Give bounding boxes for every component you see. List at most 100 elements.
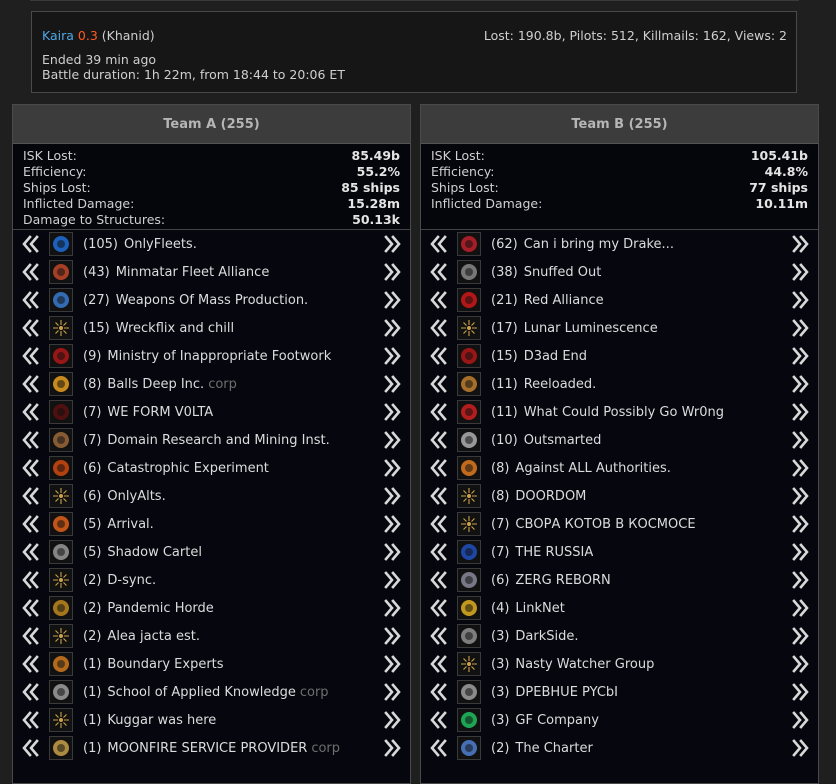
default-star-logo[interactable] bbox=[49, 568, 73, 592]
wcpgw-logo[interactable] bbox=[457, 400, 481, 424]
outsmarted-logo[interactable] bbox=[457, 428, 481, 452]
move-right-icon[interactable] bbox=[382, 486, 402, 506]
default-star-logo[interactable] bbox=[49, 624, 73, 648]
wmp-logo[interactable] bbox=[49, 288, 73, 312]
move-right-icon[interactable] bbox=[382, 234, 402, 254]
alliance-link[interactable]: (17) Lunar Luminescence bbox=[491, 321, 658, 336]
alliance-link[interactable]: (8) Against ALL Authorities. bbox=[491, 461, 671, 476]
linknet-logo[interactable] bbox=[457, 596, 481, 620]
catastrophic-logo[interactable] bbox=[49, 456, 73, 480]
volta-logo[interactable] bbox=[49, 400, 73, 424]
alliance-link[interactable]: (3) DPEBHUE PYCbI bbox=[491, 685, 618, 700]
move-left-icon[interactable] bbox=[21, 570, 41, 590]
alliance-link[interactable]: (6) ZERG REBORN bbox=[491, 573, 611, 588]
move-right-icon[interactable] bbox=[790, 458, 810, 478]
d3ad-logo[interactable] bbox=[457, 344, 481, 368]
move-left-icon[interactable] bbox=[429, 542, 449, 562]
move-left-icon[interactable] bbox=[429, 710, 449, 730]
alliance-link[interactable]: (5) Shadow Cartel bbox=[83, 545, 202, 560]
move-right-icon[interactable] bbox=[790, 542, 810, 562]
move-left-icon[interactable] bbox=[429, 346, 449, 366]
move-right-icon[interactable] bbox=[382, 542, 402, 562]
alliance-link[interactable]: (11) Reeloaded. bbox=[491, 377, 596, 392]
move-left-icon[interactable] bbox=[429, 402, 449, 422]
move-left-icon[interactable] bbox=[21, 710, 41, 730]
move-right-icon[interactable] bbox=[382, 262, 402, 282]
horde-logo[interactable] bbox=[49, 596, 73, 620]
snuffed-logo[interactable] bbox=[457, 260, 481, 284]
alliance-link[interactable]: (1) School of Applied Knowledge corp bbox=[83, 685, 329, 700]
move-left-icon[interactable] bbox=[429, 682, 449, 702]
alliance-link[interactable]: (2) The Charter bbox=[491, 741, 593, 756]
move-right-icon[interactable] bbox=[790, 430, 810, 450]
dpebhue-logo[interactable] bbox=[457, 680, 481, 704]
move-left-icon[interactable] bbox=[429, 486, 449, 506]
move-left-icon[interactable] bbox=[21, 738, 41, 758]
gf-logo[interactable] bbox=[457, 708, 481, 732]
alliance-link[interactable]: (7) THE RUSSIA bbox=[491, 545, 593, 560]
aaa-logo[interactable] bbox=[457, 456, 481, 480]
alliance-link[interactable]: (6) Catastrophic Experiment bbox=[83, 461, 269, 476]
shadow-logo[interactable] bbox=[49, 540, 73, 564]
move-right-icon[interactable] bbox=[790, 346, 810, 366]
default-star-logo[interactable] bbox=[49, 316, 73, 340]
alliance-link[interactable]: (43) Minmatar Fleet Alliance bbox=[83, 265, 269, 280]
charter-logo[interactable] bbox=[457, 736, 481, 760]
amarr-logo[interactable] bbox=[49, 428, 73, 452]
move-right-icon[interactable] bbox=[382, 570, 402, 590]
boundary-logo[interactable] bbox=[49, 652, 73, 676]
move-right-icon[interactable] bbox=[790, 374, 810, 394]
russia-logo[interactable] bbox=[457, 540, 481, 564]
alliance-link[interactable]: (27) Weapons Of Mass Production. bbox=[83, 293, 308, 308]
onlyfleets-logo[interactable] bbox=[49, 232, 73, 256]
move-right-icon[interactable] bbox=[790, 682, 810, 702]
alliance-link[interactable]: (15) Wreckflix and chill bbox=[83, 321, 234, 336]
move-right-icon[interactable] bbox=[382, 654, 402, 674]
alliance-link[interactable]: (21) Red Alliance bbox=[491, 293, 604, 308]
default-star-logo[interactable] bbox=[49, 708, 73, 732]
move-left-icon[interactable] bbox=[429, 570, 449, 590]
alliance-link[interactable]: (15) D3ad End bbox=[491, 349, 587, 364]
move-right-icon[interactable] bbox=[382, 402, 402, 422]
move-left-icon[interactable] bbox=[429, 318, 449, 338]
move-left-icon[interactable] bbox=[429, 514, 449, 534]
move-left-icon[interactable] bbox=[21, 654, 41, 674]
default-star-logo[interactable] bbox=[457, 512, 481, 536]
move-right-icon[interactable] bbox=[382, 290, 402, 310]
arrival-logo[interactable] bbox=[49, 512, 73, 536]
move-left-icon[interactable] bbox=[21, 598, 41, 618]
move-right-icon[interactable] bbox=[382, 346, 402, 366]
move-left-icon[interactable] bbox=[429, 738, 449, 758]
reeloaded-logo[interactable] bbox=[457, 372, 481, 396]
school-logo[interactable] bbox=[49, 680, 73, 704]
move-left-icon[interactable] bbox=[429, 626, 449, 646]
minmatar-logo[interactable] bbox=[49, 260, 73, 284]
alliance-link[interactable]: (1) Boundary Experts bbox=[83, 657, 224, 672]
move-left-icon[interactable] bbox=[21, 430, 41, 450]
alliance-link[interactable]: (2) D-sync. bbox=[83, 573, 156, 588]
move-right-icon[interactable] bbox=[382, 458, 402, 478]
move-left-icon[interactable] bbox=[429, 374, 449, 394]
move-left-icon[interactable] bbox=[21, 514, 41, 534]
moonfire-logo[interactable] bbox=[49, 736, 73, 760]
move-left-icon[interactable] bbox=[429, 458, 449, 478]
default-star-logo[interactable] bbox=[457, 652, 481, 676]
alliance-link[interactable]: (6) OnlyAlts. bbox=[83, 489, 166, 504]
ministry-logo[interactable] bbox=[49, 344, 73, 368]
move-left-icon[interactable] bbox=[21, 234, 41, 254]
move-left-icon[interactable] bbox=[21, 374, 41, 394]
move-right-icon[interactable] bbox=[790, 486, 810, 506]
alliance-link[interactable]: (7) СВОРА КОТОВ В КОСМОСЕ bbox=[491, 517, 696, 532]
move-left-icon[interactable] bbox=[429, 430, 449, 450]
darkside-logo[interactable] bbox=[457, 624, 481, 648]
move-left-icon[interactable] bbox=[429, 598, 449, 618]
alliance-link[interactable]: (62) Can i bring my Drake... bbox=[491, 237, 674, 252]
move-right-icon[interactable] bbox=[382, 374, 402, 394]
move-right-icon[interactable] bbox=[382, 626, 402, 646]
move-right-icon[interactable] bbox=[790, 402, 810, 422]
alliance-link[interactable]: (2) Pandemic Horde bbox=[83, 601, 214, 616]
move-left-icon[interactable] bbox=[21, 346, 41, 366]
move-left-icon[interactable] bbox=[21, 542, 41, 562]
move-right-icon[interactable] bbox=[382, 598, 402, 618]
alliance-link[interactable]: (1) Kuggar was here bbox=[83, 713, 216, 728]
